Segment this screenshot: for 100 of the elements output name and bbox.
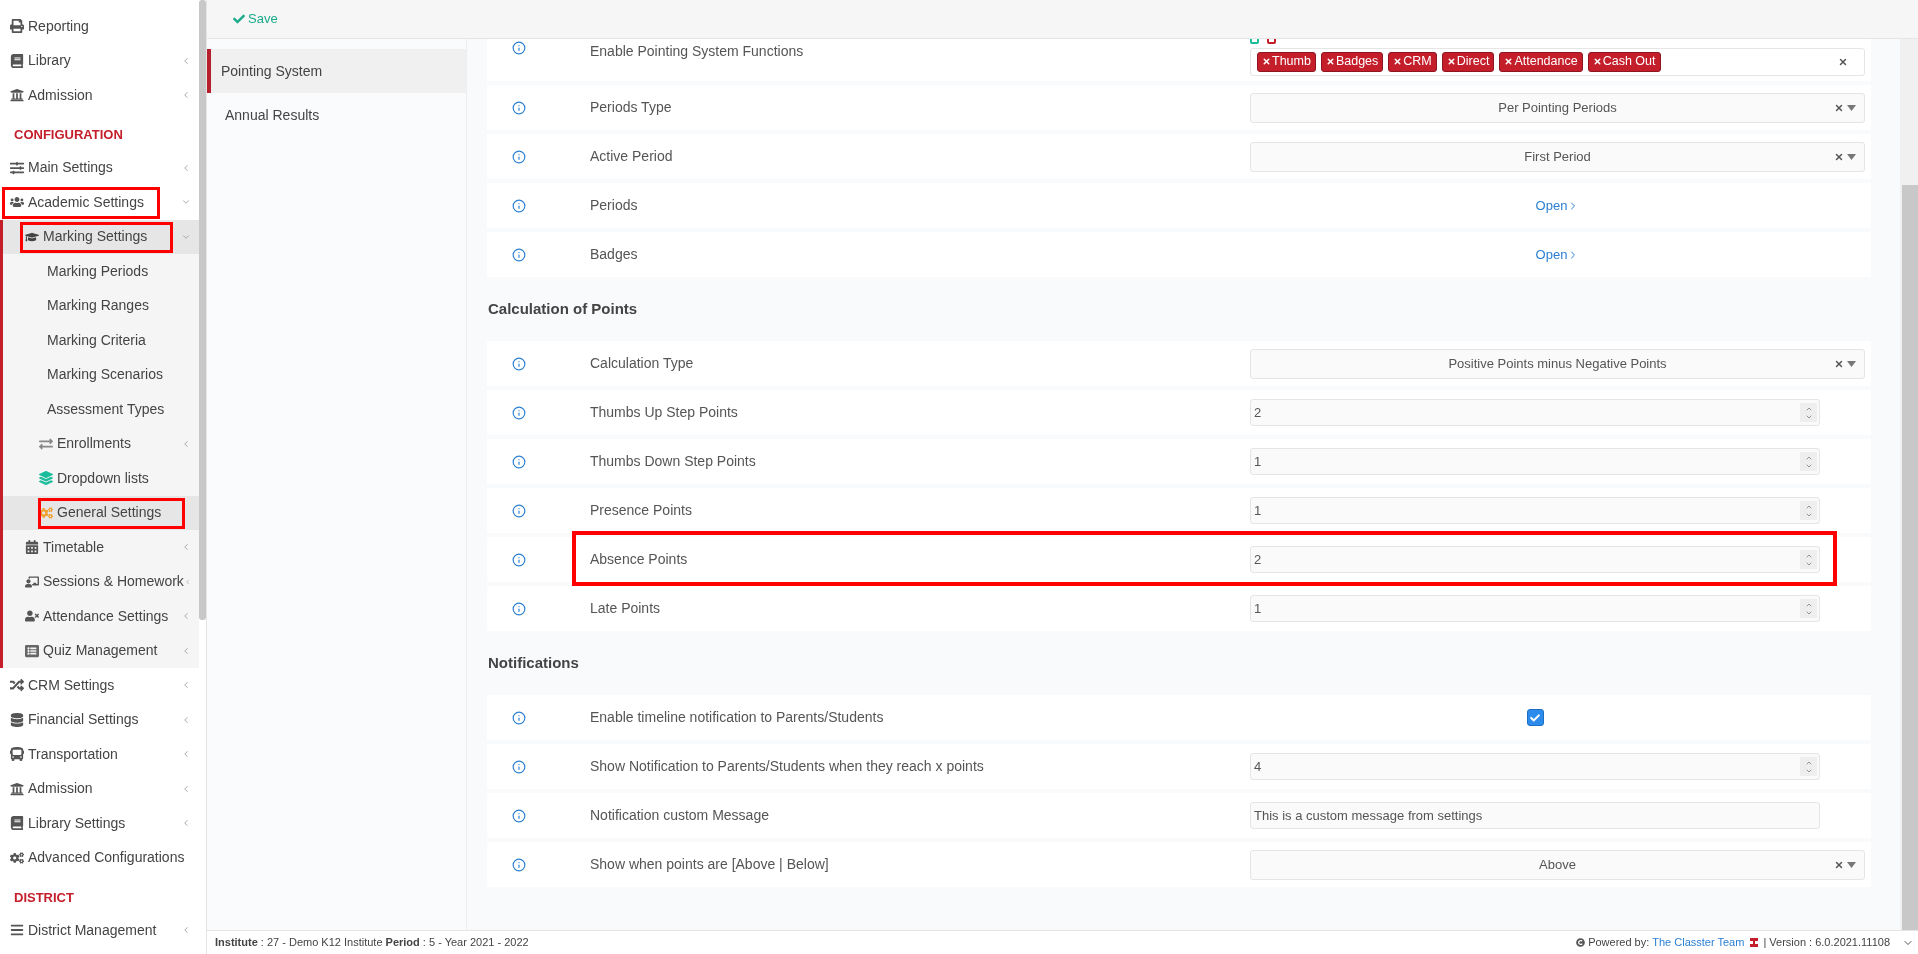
- info-icon[interactable]: [512, 454, 526, 469]
- sidebar-item[interactable]: Reporting: [0, 9, 199, 44]
- tags-field[interactable]: Thumb Badges CRM Direct Attendance Cash Out: [1250, 47, 1865, 76]
- calendar-icon: [25, 540, 39, 555]
- settings-row: Periods Open: [487, 183, 1871, 228]
- sidebar-item[interactable]: Library: [0, 43, 199, 78]
- sidebar-item[interactable]: Marking Scenarios: [3, 357, 199, 392]
- settings-row: Thumbs Down Step Points 1: [487, 439, 1871, 484]
- books-icon: [10, 53, 24, 68]
- number-field[interactable]: 4: [1250, 753, 1820, 780]
- version-text: | Version : 6.0.2021.11108: [1763, 935, 1890, 951]
- printer-icon: [10, 19, 24, 34]
- shuffle-icon: [10, 678, 24, 693]
- clear-icon[interactable]: [1834, 151, 1844, 162]
- number-field[interactable]: 1: [1250, 497, 1820, 524]
- tag[interactable]: Direct: [1441, 51, 1495, 72]
- spinner-icon[interactable]: [1800, 452, 1817, 471]
- clear-icon[interactable]: [1834, 358, 1844, 369]
- info-icon[interactable]: [512, 149, 526, 164]
- remove-icon[interactable]: [1325, 57, 1335, 66]
- number-field[interactable]: 1: [1250, 595, 1820, 622]
- remove-icon[interactable]: [1393, 57, 1403, 66]
- info-icon[interactable]: [512, 405, 526, 420]
- info-icon[interactable]: [512, 356, 526, 371]
- remove-icon[interactable]: [1446, 57, 1456, 66]
- select-field[interactable]: Per Pointing Periods: [1250, 92, 1865, 123]
- number-field[interactable]: 2: [1250, 546, 1820, 573]
- sidebar-item[interactable]: Timetable: [3, 530, 199, 565]
- tag[interactable]: Thumb: [1257, 51, 1316, 72]
- tag[interactable]: Badges: [1320, 51, 1384, 72]
- select-field[interactable]: Positive Points minus Negative Points: [1250, 348, 1865, 379]
- open-link[interactable]: Open: [1535, 195, 1580, 216]
- sidebar-item[interactable]: Admission: [0, 771, 199, 806]
- checkbox[interactable]: [1526, 709, 1544, 726]
- teacher-board-icon: [25, 574, 39, 589]
- sidebar-item[interactable]: Enrollments: [3, 426, 199, 461]
- settings-row: Periods Type Per Pointing Periods: [487, 85, 1871, 130]
- spinner-icon[interactable]: [1800, 757, 1817, 776]
- tag[interactable]: Attendance: [1499, 51, 1583, 72]
- team-link[interactable]: The Classter Team: [1652, 934, 1745, 951]
- building-icon: [10, 88, 24, 103]
- sidebar-item[interactable]: Admission: [0, 78, 199, 113]
- number-field[interactable]: 2: [1250, 399, 1820, 426]
- info-icon[interactable]: [512, 710, 526, 725]
- sidebar-item[interactable]: Financial Settings: [0, 702, 199, 737]
- info-icon[interactable]: [512, 247, 526, 262]
- settings-row: Active Period First Period: [487, 134, 1871, 179]
- scrollbar[interactable]: [1902, 185, 1918, 930]
- sidebar-item[interactable]: Advanced Configurations: [0, 840, 199, 875]
- info-icon[interactable]: [512, 198, 526, 213]
- tab[interactable]: Pointing System: [207, 49, 466, 93]
- dropdown-arrow-icon[interactable]: [1847, 861, 1856, 868]
- section-heading: CONFIGURATION: [13, 126, 124, 144]
- spinner-icon[interactable]: [1800, 403, 1817, 422]
- sidebar-item[interactable]: Academic Settings: [0, 185, 199, 220]
- select-field[interactable]: Above: [1250, 849, 1865, 880]
- info-icon[interactable]: [512, 41, 526, 55]
- remove-icon[interactable]: [1504, 57, 1514, 66]
- dropdown-arrow-icon[interactable]: [1847, 104, 1856, 111]
- info-icon[interactable]: [512, 759, 526, 774]
- open-link[interactable]: Open: [1535, 244, 1580, 265]
- scrollbar[interactable]: [199, 0, 206, 620]
- sidebar-item[interactable]: Dropdown lists: [3, 461, 199, 496]
- tab[interactable]: Annual Results: [207, 93, 466, 137]
- tag[interactable]: CRM: [1388, 51, 1437, 72]
- sidebar-item[interactable]: Quiz Management: [3, 633, 199, 668]
- sidebar-item[interactable]: Transportation: [0, 737, 199, 772]
- text-field[interactable]: This is a custom message from settings: [1250, 802, 1820, 829]
- sidebar-item[interactable]: Library Settings: [0, 806, 199, 841]
- sidebar-item[interactable]: Marking Periods: [3, 254, 199, 289]
- sidebar-item[interactable]: District Management: [0, 913, 199, 948]
- info-icon[interactable]: [512, 100, 526, 115]
- sidebar-item[interactable]: Attendance Settings: [3, 599, 199, 634]
- info-icon[interactable]: [512, 808, 526, 823]
- sidebar-item[interactable]: General Settings: [3, 495, 199, 530]
- info-icon[interactable]: [512, 601, 526, 616]
- dropdown-arrow-icon[interactable]: [1847, 153, 1856, 160]
- sidebar-item[interactable]: Assessment Types: [3, 392, 199, 427]
- select-field[interactable]: First Period: [1250, 141, 1865, 172]
- spinner-icon[interactable]: [1800, 550, 1817, 569]
- info-icon[interactable]: [512, 857, 526, 872]
- sidebar-item[interactable]: CRM Settings: [0, 668, 199, 703]
- number-field[interactable]: 1: [1250, 448, 1820, 475]
- clear-icon[interactable]: [1834, 859, 1844, 870]
- sidebar-item[interactable]: Marking Ranges: [3, 288, 199, 323]
- spinner-icon[interactable]: [1800, 501, 1817, 520]
- clear-icon[interactable]: [1834, 102, 1844, 113]
- sidebar-item[interactable]: Marking Criteria: [3, 323, 199, 358]
- dropdown-arrow-icon[interactable]: [1847, 360, 1856, 367]
- sidebar-item[interactable]: Sessions & Homework: [3, 564, 199, 599]
- sidebar-item[interactable]: Marking Settings: [3, 219, 199, 254]
- section-heading: DISTRICT: [13, 888, 75, 907]
- info-icon[interactable]: [512, 552, 526, 567]
- spinner-icon[interactable]: [1800, 599, 1817, 618]
- arrows-icon: [39, 436, 53, 451]
- clear-icon[interactable]: [1838, 56, 1848, 67]
- sidebar-item[interactable]: Main Settings: [0, 150, 199, 185]
- remove-icon[interactable]: [1592, 57, 1602, 66]
- info-icon[interactable]: [512, 503, 526, 518]
- tag[interactable]: Cash Out: [1587, 51, 1661, 72]
